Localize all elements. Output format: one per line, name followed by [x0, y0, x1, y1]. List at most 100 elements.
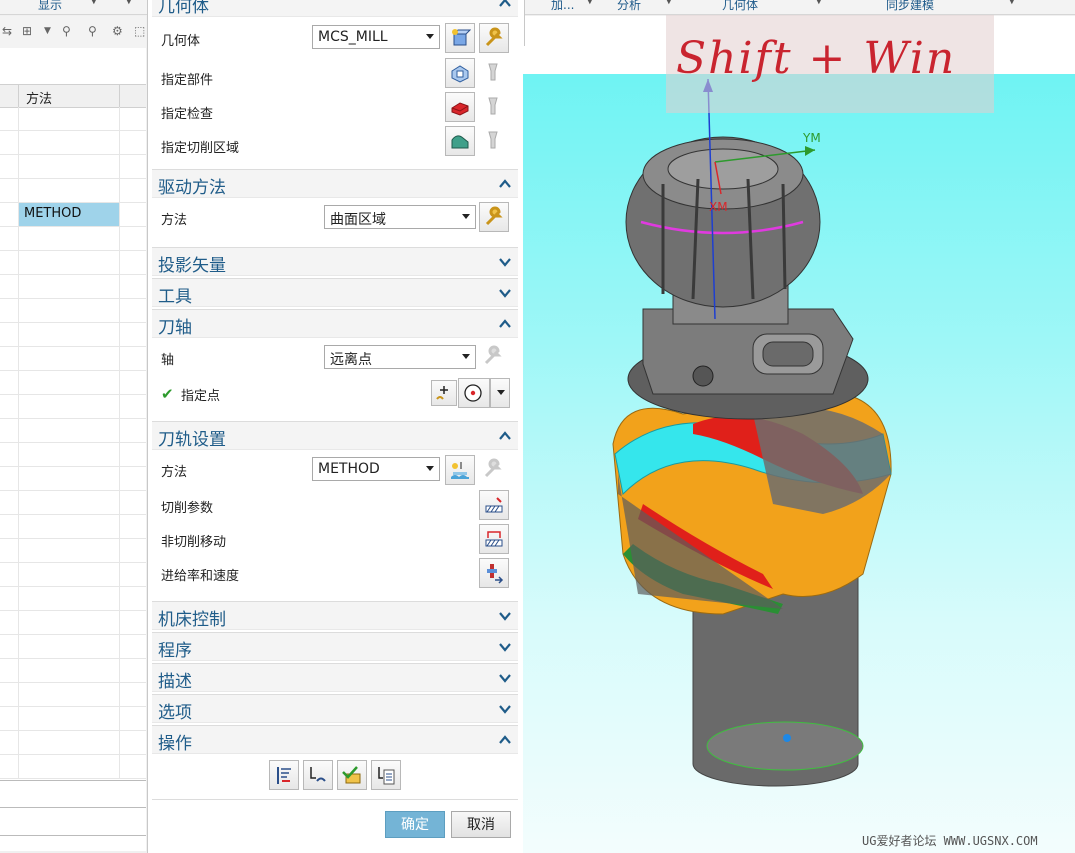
ribbon-tab-sync-modeling[interactable]: 同步建模	[886, 0, 934, 13]
generate-button[interactable]	[269, 760, 299, 790]
table-row[interactable]	[0, 515, 146, 539]
specify-cut-area-button[interactable]	[445, 126, 475, 156]
point-inferred-button[interactable]	[458, 378, 490, 408]
chevron-down-icon[interactable]	[498, 286, 512, 300]
drive-method-select[interactable]: 曲面区域	[324, 205, 476, 229]
table-row[interactable]	[0, 131, 146, 155]
table-row[interactable]	[0, 563, 146, 587]
section-description[interactable]: 描述	[152, 663, 518, 692]
ribbon-tab-analysis[interactable]: 分析	[617, 0, 641, 13]
cancel-button[interactable]: 取消	[451, 811, 511, 838]
section-tool[interactable]: 工具	[152, 278, 518, 307]
non-cut-moves-button[interactable]	[479, 524, 509, 554]
specify-check-button[interactable]	[445, 92, 475, 122]
add-icon[interactable]: ⊞	[22, 24, 32, 38]
chevron-up-icon[interactable]	[498, 429, 512, 443]
table-row[interactable]	[0, 467, 146, 491]
table-row[interactable]	[0, 275, 146, 299]
table-row[interactable]	[0, 659, 146, 683]
axis-select[interactable]: 远离点	[324, 345, 476, 369]
display-check-button[interactable]	[479, 92, 509, 122]
section-path-settings[interactable]: 刀轨设置	[152, 421, 518, 450]
table-row[interactable]	[0, 731, 146, 755]
point-options-dropdown[interactable]	[490, 378, 510, 408]
chevron-down-icon[interactable]: ▼	[125, 0, 133, 6]
display-part-button[interactable]	[479, 58, 509, 88]
specify-part-button[interactable]	[445, 58, 475, 88]
chevron-down-icon[interactable]: ▼	[665, 0, 673, 6]
section-tool-axis[interactable]: 刀轴	[152, 309, 518, 338]
column-header-method[interactable]: 方法	[26, 88, 52, 107]
section-actions[interactable]: 操作	[152, 725, 518, 754]
ribbon-tab-machining[interactable]: 加...	[551, 0, 574, 13]
ok-button[interactable]: 确定	[385, 811, 445, 838]
check-geometry-icon	[451, 102, 469, 116]
square-icon[interactable]: ⬚	[134, 24, 145, 38]
chevron-down-icon[interactable]	[498, 671, 512, 685]
table-row[interactable]	[0, 251, 146, 275]
section-drive-method[interactable]: 驱动方法	[152, 169, 518, 198]
table-row[interactable]	[0, 347, 146, 371]
chevron-down-icon[interactable]	[498, 640, 512, 654]
chevron-down-icon[interactable]: ▼	[586, 0, 594, 6]
replay-button[interactable]	[303, 760, 333, 790]
new-geometry-button[interactable]	[445, 23, 475, 53]
section-geometry[interactable]: 几何体	[152, 0, 518, 17]
filter-icon[interactable]: ⇆	[2, 24, 12, 38]
chevron-up-icon[interactable]	[498, 177, 512, 191]
table-row[interactable]	[0, 587, 146, 611]
node-icon[interactable]: ⚲	[88, 24, 97, 38]
verify-button[interactable]	[337, 760, 367, 790]
cut-params-button[interactable]	[479, 490, 509, 520]
node-icon[interactable]: ⚲	[62, 24, 71, 38]
display-cut-area-button[interactable]	[479, 126, 509, 156]
list-button[interactable]	[371, 760, 401, 790]
section-options[interactable]: 选项	[152, 694, 518, 723]
chevron-up-icon[interactable]	[498, 0, 512, 10]
table-row[interactable]	[0, 419, 146, 443]
graphics-viewport[interactable]: YM XM	[523, 74, 1075, 853]
chevron-down-icon[interactable]	[498, 255, 512, 269]
table-row[interactable]	[0, 539, 146, 563]
edit-drive-method-button[interactable]	[479, 202, 509, 232]
section-projection-vector[interactable]: 投影矢量	[152, 247, 518, 276]
chevron-up-icon[interactable]	[498, 317, 512, 331]
chevron-down-icon[interactable]	[498, 609, 512, 623]
table-row[interactable]	[0, 491, 146, 515]
ribbon-tab-display[interactable]: 显示	[38, 0, 62, 13]
table-row[interactable]	[0, 755, 146, 779]
edit-axis-button[interactable]	[479, 342, 509, 372]
table-row[interactable]	[0, 299, 146, 323]
chevron-down-icon[interactable]: ▼	[1008, 0, 1016, 6]
table-row[interactable]	[0, 371, 146, 395]
table-row[interactable]	[0, 635, 146, 659]
table-header: 方法	[0, 84, 146, 108]
point-dialog-button[interactable]	[431, 380, 457, 406]
table-row[interactable]	[0, 323, 146, 347]
table-row-selected[interactable]: METHOD	[0, 203, 146, 227]
chevron-down-icon[interactable]: ▼	[90, 0, 98, 6]
chevron-up-icon[interactable]	[498, 733, 512, 747]
section-machine-control[interactable]: 机床控制	[152, 601, 518, 630]
table-row[interactable]	[0, 179, 146, 203]
new-method-button[interactable]	[445, 455, 475, 485]
chevron-down-icon[interactable]: ▼	[815, 0, 823, 6]
ribbon-tab-geometry[interactable]: 几何体	[722, 0, 758, 13]
table-row[interactable]	[0, 227, 146, 251]
gear-icon[interactable]: ⚙	[112, 24, 123, 38]
table-row[interactable]	[0, 707, 146, 731]
table-row[interactable]	[0, 155, 146, 179]
edit-geometry-button[interactable]	[479, 23, 509, 53]
chevron-down-icon[interactable]: ▼	[44, 26, 51, 36]
section-program[interactable]: 程序	[152, 632, 518, 661]
table-row[interactable]	[0, 683, 146, 707]
geometry-select[interactable]: MCS_MILL	[312, 25, 440, 49]
chevron-down-icon[interactable]	[498, 702, 512, 716]
path-method-select[interactable]: METHOD	[312, 457, 440, 481]
edit-method-button[interactable]	[479, 455, 509, 485]
table-row[interactable]	[0, 395, 146, 419]
table-row[interactable]	[0, 611, 146, 635]
table-row[interactable]	[0, 443, 146, 467]
feeds-speeds-button[interactable]	[479, 558, 509, 588]
table-row[interactable]	[0, 107, 146, 131]
